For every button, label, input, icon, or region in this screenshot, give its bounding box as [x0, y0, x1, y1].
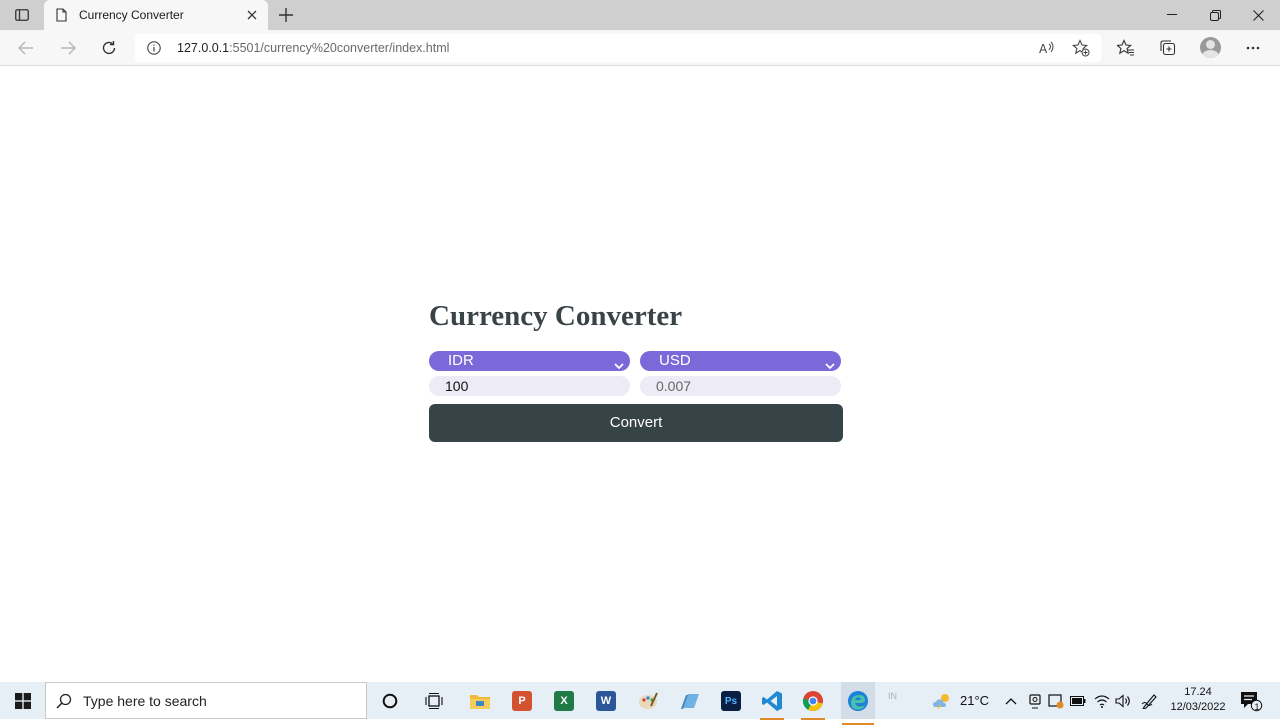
url-host: 127.0.0.1: [177, 41, 230, 55]
temperature[interactable]: 21°C: [960, 693, 989, 708]
battery-icon[interactable]: [1065, 688, 1091, 714]
currency-converter-card: Currency Converter IDR USD 100 0.007 Con…: [429, 298, 843, 442]
new-tab-icon[interactable]: [276, 5, 296, 25]
back-icon[interactable]: [14, 37, 38, 59]
add-favorite-icon[interactable]: [1072, 39, 1090, 57]
favorites-icon[interactable]: [1115, 37, 1137, 59]
chrome-icon[interactable]: [800, 688, 826, 720]
tab-actions-icon[interactable]: [10, 4, 34, 26]
notification-center-icon[interactable]: 1: [1238, 688, 1264, 714]
address-bar[interactable]: 127.0.0.1:5501/currency%20converter/inde…: [135, 34, 1101, 62]
to-amount-output[interactable]: 0.007: [640, 376, 841, 396]
from-amount-input[interactable]: 100: [429, 376, 630, 396]
url-text[interactable]: 127.0.0.1:5501/currency%20converter/inde…: [177, 41, 449, 55]
more-options-icon[interactable]: [1242, 37, 1264, 59]
paint-icon[interactable]: [635, 688, 661, 714]
taskbar-search-box[interactable]: Type here to search: [45, 682, 367, 719]
photoshop-icon[interactable]: Ps: [718, 688, 744, 714]
svg-text:A: A: [1039, 42, 1048, 55]
chevron-down-icon: [825, 356, 835, 376]
browser-tab-bar: Currency Converter: [0, 0, 1280, 30]
show-hidden-icons-icon[interactable]: [998, 688, 1024, 714]
excel-icon[interactable]: X: [551, 688, 577, 714]
notification-count: 1: [1254, 702, 1260, 712]
restore-icon[interactable]: [1193, 0, 1237, 30]
tab-currency-converter[interactable]: Currency Converter: [44, 0, 268, 30]
cortana-icon[interactable]: [377, 688, 403, 714]
language-indicator[interactable]: IN: [888, 691, 897, 701]
site-info-icon[interactable]: [147, 41, 161, 60]
currency-select-row: IDR USD: [429, 351, 843, 371]
collections-icon[interactable]: [1157, 37, 1179, 59]
from-currency-value: IDR: [448, 352, 474, 369]
notes-app-icon[interactable]: [677, 688, 703, 714]
windows-taskbar: Type here to search P X W Ps IN 21°C 17.…: [0, 682, 1280, 725]
refresh-icon[interactable]: [97, 37, 121, 59]
url-path: :5501/currency%20converter/index.html: [229, 41, 450, 55]
file-explorer-icon[interactable]: [467, 688, 493, 714]
read-aloud-icon[interactable]: A: [1038, 39, 1056, 57]
close-tab-icon[interactable]: [244, 7, 260, 23]
powerpoint-icon[interactable]: P: [509, 688, 535, 714]
page-title: Currency Converter: [429, 300, 683, 332]
profile-avatar[interactable]: [1200, 37, 1221, 58]
minimize-icon[interactable]: [1150, 0, 1194, 30]
weather-icon[interactable]: [930, 688, 956, 714]
browser-toolbar: 127.0.0.1:5501/currency%20converter/inde…: [0, 30, 1280, 66]
windows-start-icon[interactable]: [0, 682, 45, 719]
vscode-icon[interactable]: [759, 688, 785, 720]
clock-time: 17.24: [1184, 686, 1212, 698]
page-icon: [56, 8, 67, 27]
tab-title: Currency Converter: [79, 8, 184, 22]
task-view-icon[interactable]: [421, 688, 447, 714]
search-placeholder: Type here to search: [83, 693, 207, 709]
forward-icon[interactable]: [56, 37, 80, 59]
edge-icon[interactable]: [841, 682, 875, 725]
system-clock[interactable]: 17.24 12/03/2022: [1160, 685, 1236, 715]
convert-button[interactable]: Convert: [429, 404, 843, 442]
volume-icon[interactable]: [1110, 688, 1136, 714]
close-window-icon[interactable]: [1236, 0, 1280, 30]
search-icon: [56, 693, 72, 714]
word-icon[interactable]: W: [593, 688, 619, 714]
clock-date: 12/03/2022: [1170, 701, 1226, 713]
from-currency-select[interactable]: IDR: [429, 351, 630, 371]
chevron-down-icon: [614, 356, 624, 376]
to-currency-value: USD: [659, 352, 691, 369]
amount-row: 100 0.007: [429, 376, 843, 396]
to-currency-select[interactable]: USD: [640, 351, 841, 371]
